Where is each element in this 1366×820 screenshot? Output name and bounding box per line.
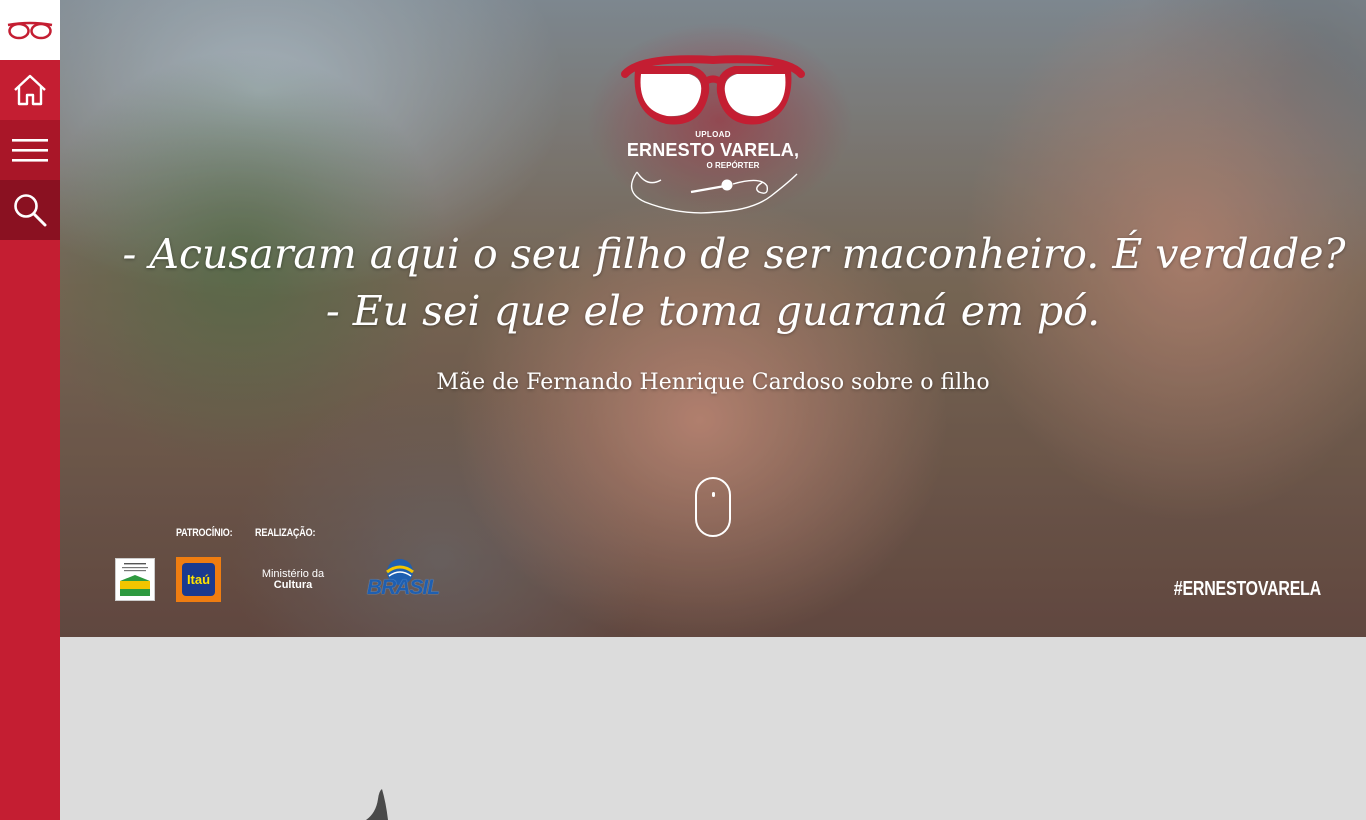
itau-logo-text: Itaú	[182, 563, 215, 596]
itau-logo[interactable]: Itaú	[176, 557, 221, 602]
glasses-icon	[7, 21, 53, 40]
brasil-wordmark: BRASIL	[366, 576, 440, 599]
menu-button[interactable]	[0, 120, 60, 180]
search-icon	[14, 194, 47, 227]
brand-name: ERNESTO VARELA,	[626, 140, 800, 160]
minc-line-2: Cultura	[273, 579, 313, 591]
sidebar	[0, 0, 60, 820]
patrocinio-label: PATROCÍNIO:	[176, 527, 233, 539]
hero-section: UPLOAD ERNESTO VARELA, O REPÓRTER - Acus…	[60, 0, 1366, 637]
site-logo[interactable]	[0, 0, 60, 60]
realizacao-label: REALIZAÇÃO:	[255, 527, 316, 539]
brand-logo[interactable]: UPLOAD ERNESTO VARELA, O REPÓRTER	[621, 52, 805, 220]
glasses-icon	[621, 55, 805, 125]
menu-icon	[12, 139, 48, 162]
shark-fin-icon	[366, 789, 388, 820]
home-button[interactable]	[0, 60, 60, 120]
brasil-governo-logo[interactable]: BRASIL	[347, 556, 457, 602]
lei-incentivo-icon	[120, 563, 150, 596]
mouse-scroll-wheel	[712, 492, 715, 497]
microphone-icon	[630, 171, 798, 214]
quote-line-2: - Eu sei que ele toma guaraná em pó.	[325, 287, 1101, 335]
search-button[interactable]	[0, 180, 60, 240]
quote-line-1: - Acusaram aqui o seu filho de ser macon…	[122, 230, 1346, 278]
lei-incentivo-logo[interactable]	[115, 558, 155, 601]
quote-attribution: Mãe de Fernando Henrique Cardoso sobre o…	[436, 370, 990, 395]
brand-upload-text: UPLOAD	[695, 130, 731, 139]
ministerio-cultura-logo[interactable]: Ministério da Cultura	[255, 569, 331, 591]
content-section	[60, 637, 1366, 820]
home-icon	[14, 74, 46, 106]
brand-subtitle: O REPÓRTER	[706, 161, 760, 170]
hashtag[interactable]: #ERNESTOVARELA	[1174, 578, 1321, 601]
mouse-scroll-icon[interactable]	[695, 477, 731, 537]
